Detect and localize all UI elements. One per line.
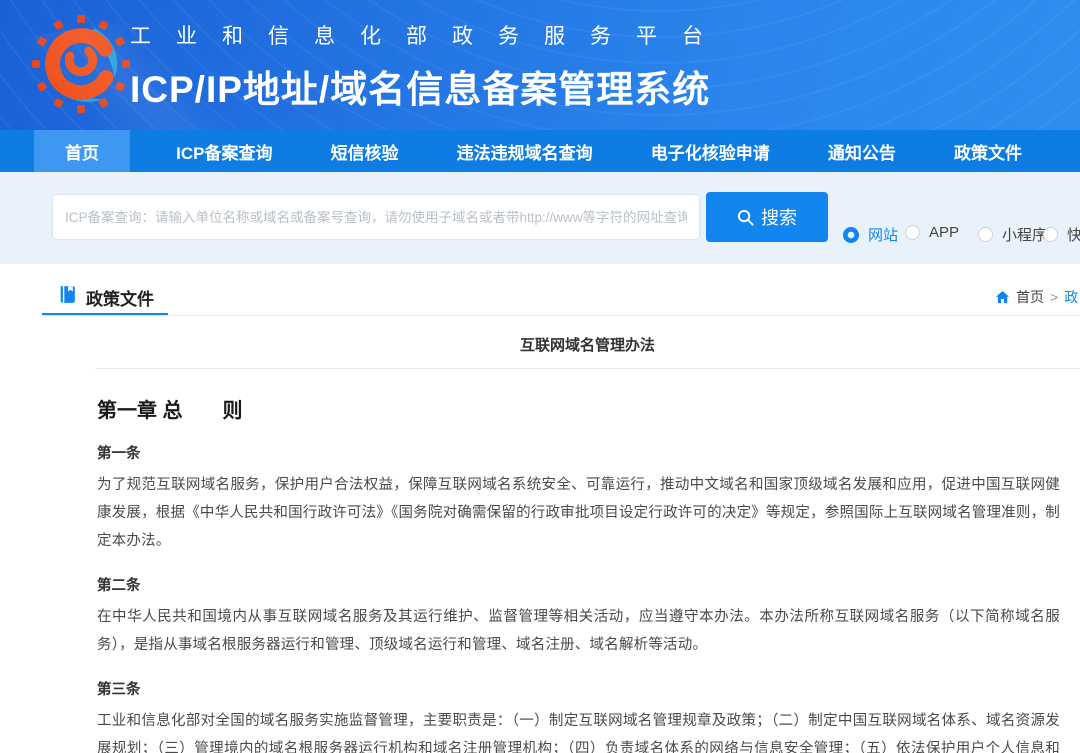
home-icon bbox=[995, 290, 1010, 305]
nav-item-illegal-domain-query[interactable]: 违法违规域名查询 bbox=[445, 130, 605, 172]
radio-quick-app[interactable]: 快 bbox=[1043, 224, 1080, 245]
nav-item-e-verification[interactable]: 电子化核验申请 bbox=[639, 130, 782, 172]
search-section: 搜索 网站 APP 小程序 快 bbox=[0, 172, 1080, 264]
radio-selected-icon bbox=[843, 227, 859, 243]
article-1: 第一条 为了规范互联网域名服务，保护用户合法权益，保障互联网域名系统安全、可靠运… bbox=[95, 442, 1080, 555]
main-nav: 首页 ICP备案查询 短信核验 违法违规域名查询 电子化核验申请 通知公告 政策… bbox=[0, 130, 1080, 172]
article-body: 在中华人民共和国境内从事互联网域名服务及其运行维护、监督管理等相关活动，应当遵守… bbox=[97, 603, 1060, 659]
radio-unselected-icon bbox=[905, 225, 920, 240]
breadcrumb-separator: > bbox=[1050, 289, 1058, 305]
breadcrumb-current[interactable]: 政 bbox=[1064, 287, 1078, 307]
miit-logo-icon bbox=[32, 8, 130, 120]
nav-item-policy-files[interactable]: 政策文件 bbox=[942, 130, 1034, 172]
nav-item-sms-verify[interactable]: 短信核验 bbox=[319, 130, 411, 172]
header-titles: 工业和信息化部政务服务平台 ICP/IP地址/域名信息备案管理系统 bbox=[130, 20, 728, 113]
platform-title: 工业和信息化部政务服务平台 bbox=[130, 20, 728, 50]
radio-unselected-icon bbox=[1043, 227, 1058, 242]
magnifier-icon bbox=[737, 209, 754, 226]
nav-item-home[interactable]: 首页 bbox=[34, 130, 130, 172]
search-input[interactable] bbox=[52, 194, 700, 240]
book-icon bbox=[57, 284, 78, 305]
search-button[interactable]: 搜索 bbox=[706, 192, 828, 242]
site-header: 工业和信息化部政务服务平台 ICP/IP地址/域名信息备案管理系统 bbox=[0, 0, 1080, 130]
article-heading: 第二条 bbox=[97, 574, 1080, 595]
article-body: 为了规范互联网域名服务，保护用户合法权益，保障互联网域名系统安全、可靠运行，推动… bbox=[97, 471, 1060, 555]
article-heading: 第三条 bbox=[97, 678, 1080, 699]
system-title: ICP/IP地址/域名信息备案管理系统 bbox=[130, 59, 728, 113]
document: 互联网域名管理办法 第一章 总 则 第一条 为了规范互联网域名服务，保护用户合法… bbox=[95, 334, 1080, 753]
radio-label: 网站 bbox=[868, 224, 898, 245]
article-heading: 第一条 bbox=[97, 442, 1080, 463]
section-title: 政策文件 bbox=[86, 285, 154, 310]
article-body: 工业和信息化部对全国的域名服务实施监督管理，主要职责是：（一）制定互联网域名管理… bbox=[97, 707, 1060, 753]
search-button-label: 搜索 bbox=[761, 204, 797, 230]
document-divider bbox=[95, 368, 1080, 369]
breadcrumb-home[interactable]: 首页 bbox=[1016, 287, 1044, 307]
chapter-heading: 第一章 总 则 bbox=[97, 394, 1080, 423]
nav-item-icp-query[interactable]: ICP备案查询 bbox=[164, 130, 284, 172]
radio-unselected-icon bbox=[978, 227, 993, 242]
radio-label: 快 bbox=[1067, 224, 1080, 245]
article-3: 第三条 工业和信息化部对全国的域名服务实施监督管理，主要职责是：（一）制定互联网… bbox=[95, 678, 1080, 753]
nav-item-notices[interactable]: 通知公告 bbox=[816, 130, 908, 172]
section-header: 政策文件 首页 > 政 bbox=[0, 264, 1080, 320]
breadcrumb: 首页 > 政 bbox=[995, 287, 1078, 307]
radio-label: APP bbox=[929, 224, 959, 241]
radio-label: 小程序 bbox=[1002, 224, 1047, 245]
page: 工业和信息化部政务服务平台 ICP/IP地址/域名信息备案管理系统 首页 ICP… bbox=[0, 0, 1080, 753]
article-2: 第二条 在中华人民共和国境内从事互联网域名服务及其运行维护、监督管理等相关活动，… bbox=[95, 574, 1080, 659]
radio-website[interactable]: 网站 bbox=[843, 224, 898, 245]
section-divider bbox=[42, 315, 1080, 316]
content: 政策文件 首页 > 政 互联网域名管理办法 第一章 总 则 第一条 为了规范互联… bbox=[0, 264, 1080, 753]
radio-app[interactable]: APP bbox=[905, 224, 959, 241]
document-title: 互联网域名管理办法 bbox=[95, 334, 1080, 355]
radio-mini-program[interactable]: 小程序 bbox=[978, 224, 1047, 245]
